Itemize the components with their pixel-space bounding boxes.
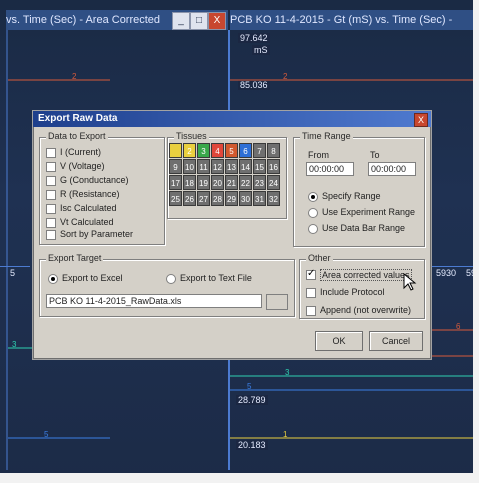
to-time-field[interactable]: 00:00:00 xyxy=(368,162,416,176)
vt-calculated-checkbox[interactable] xyxy=(46,218,56,228)
use-experiment-range-radio[interactable] xyxy=(308,208,318,218)
ok-button[interactable]: OK xyxy=(315,331,363,351)
dialog-close-button[interactable]: X xyxy=(414,113,428,127)
trace-label-3: 3 xyxy=(285,368,290,377)
screen-bezel-right xyxy=(473,0,479,483)
export-to-excel-radio[interactable] xyxy=(48,274,58,284)
tissue-cell-12[interactable]: 12 xyxy=(211,159,224,174)
tissue-cell-19[interactable]: 19 xyxy=(197,175,210,190)
tissue-cell-31[interactable]: 31 xyxy=(253,191,266,206)
area-corrected-label: Area corrected values xyxy=(320,269,412,281)
from-time-field[interactable]: 00:00:00 xyxy=(306,162,354,176)
tissue-cell-3[interactable]: 3 xyxy=(197,143,210,158)
trace-label-1: 1 xyxy=(283,430,288,439)
append-checkbox[interactable] xyxy=(306,306,316,316)
area-corrected-checkbox[interactable] xyxy=(306,268,316,280)
isc-calculated-label: Isc Calculated xyxy=(60,203,117,213)
trace-label-2: 2 xyxy=(72,72,77,81)
tissue-cell-8[interactable]: 8 xyxy=(267,143,280,158)
tissue-cell-25[interactable]: 25 xyxy=(169,191,182,206)
conductance-checkbox[interactable] xyxy=(46,176,56,186)
tissue-cell-30[interactable]: 30 xyxy=(239,191,252,206)
tissue-cell-10[interactable]: 10 xyxy=(183,159,196,174)
export-target-label: Export Target xyxy=(46,253,104,263)
tissue-cell-24[interactable]: 24 xyxy=(267,175,280,190)
tissue-cell-21[interactable]: 21 xyxy=(225,175,238,190)
export-to-text-file-radio[interactable] xyxy=(166,274,176,284)
to-label: To xyxy=(370,150,380,160)
tissue-cell-13[interactable]: 13 xyxy=(225,159,238,174)
sort-by-parameter-label: Sort by Parameter xyxy=(60,229,134,239)
use-experiment-range-label: Use Experiment Range xyxy=(322,207,416,217)
tissue-cell-28[interactable]: 28 xyxy=(211,191,224,206)
tissue-cell-15[interactable]: 15 xyxy=(253,159,266,174)
tissue-cell-14[interactable]: 14 xyxy=(239,159,252,174)
export-to-excel-label: Export to Excel xyxy=(62,273,123,283)
from-label: From xyxy=(308,150,329,160)
tissue-cell-2[interactable]: 2 xyxy=(183,143,196,158)
tissue-cell-22[interactable]: 22 xyxy=(239,175,252,190)
mouse-cursor-icon xyxy=(403,273,417,291)
data-to-export-label: Data to Export xyxy=(46,131,108,141)
conductance-label: G (Conductance) xyxy=(60,175,129,185)
export-target-group: Export Target Export to Excel Export to … xyxy=(39,253,295,317)
tissue-cell-11[interactable]: 11 xyxy=(197,159,210,174)
resistance-checkbox[interactable] xyxy=(46,190,56,200)
tissue-cell-26[interactable]: 26 xyxy=(183,191,196,206)
use-data-bar-range-radio[interactable] xyxy=(308,224,318,234)
append-label: Append (not overwrite) xyxy=(320,305,412,315)
specify-range-radio[interactable] xyxy=(308,192,318,202)
tissue-cell-23[interactable]: 23 xyxy=(253,175,266,190)
cancel-button[interactable]: Cancel xyxy=(369,331,423,351)
tissue-grid: 1 2 3 4 5 6 7 8 9 10 11 12 13 14 15 16 17 18 19 20 21 22 23 24 2… xyxy=(169,143,281,206)
trace-label-6: 6 xyxy=(456,322,461,331)
tissue-cell-20[interactable]: 20 xyxy=(211,175,224,190)
other-label: Other xyxy=(306,253,333,263)
trace-label-3-left: 3 xyxy=(12,340,17,349)
tissue-cell-5[interactable]: 5 xyxy=(225,143,238,158)
tissue-cell-27[interactable]: 27 xyxy=(197,191,210,206)
isc-calculated-checkbox[interactable] xyxy=(46,204,56,214)
tissue-cell-17[interactable]: 17 xyxy=(169,175,182,190)
tissue-cell-4[interactable]: 4 xyxy=(211,143,224,158)
time-range-group: Time Range From To 00:00:00 00:00:00 Spe… xyxy=(293,131,425,247)
browse-button[interactable] xyxy=(266,294,288,310)
voltage-label: V (Voltage) xyxy=(60,161,105,171)
tissue-cell-32[interactable]: 32 xyxy=(267,191,280,206)
vt-calculated-label: Vt Calculated xyxy=(60,217,114,227)
specify-range-label: Specify Range xyxy=(322,191,381,201)
export-raw-data-dialog: Export Raw Data X Data to Export I (Curr… xyxy=(32,110,432,360)
tissue-cell-1[interactable]: 1 xyxy=(169,143,182,158)
trace-label-2-right: 2 xyxy=(283,72,288,81)
resistance-label: R (Resistance) xyxy=(60,189,120,199)
use-data-bar-range-label: Use Data Bar Range xyxy=(322,223,406,233)
include-protocol-label: Include Protocol xyxy=(320,287,385,297)
current-checkbox[interactable] xyxy=(46,148,56,158)
tissue-cell-18[interactable]: 18 xyxy=(183,175,196,190)
trace-label-5-left: 5 xyxy=(44,430,49,439)
file-name-field[interactable]: PCB KO 11-4-2015_RawData.xls xyxy=(46,294,262,308)
trace-label-5: 5 xyxy=(247,382,252,391)
time-range-label: Time Range xyxy=(300,131,353,141)
tissues-label: Tissues xyxy=(174,131,209,141)
include-protocol-checkbox[interactable] xyxy=(306,288,316,298)
tissue-cell-16[interactable]: 16 xyxy=(267,159,280,174)
tissue-cell-9[interactable]: 9 xyxy=(169,159,182,174)
voltage-checkbox[interactable] xyxy=(46,162,56,172)
screen-bezel-bottom xyxy=(0,473,479,483)
export-to-text-file-label: Export to Text File xyxy=(180,273,252,283)
tissue-cell-7[interactable]: 7 xyxy=(253,143,266,158)
sort-by-parameter-checkbox[interactable] xyxy=(46,230,56,240)
dialog-title: Export Raw Data xyxy=(33,111,431,127)
current-label: I (Current) xyxy=(60,147,102,157)
tissue-cell-6[interactable]: 6 xyxy=(239,143,252,158)
tissue-cell-29[interactable]: 29 xyxy=(225,191,238,206)
